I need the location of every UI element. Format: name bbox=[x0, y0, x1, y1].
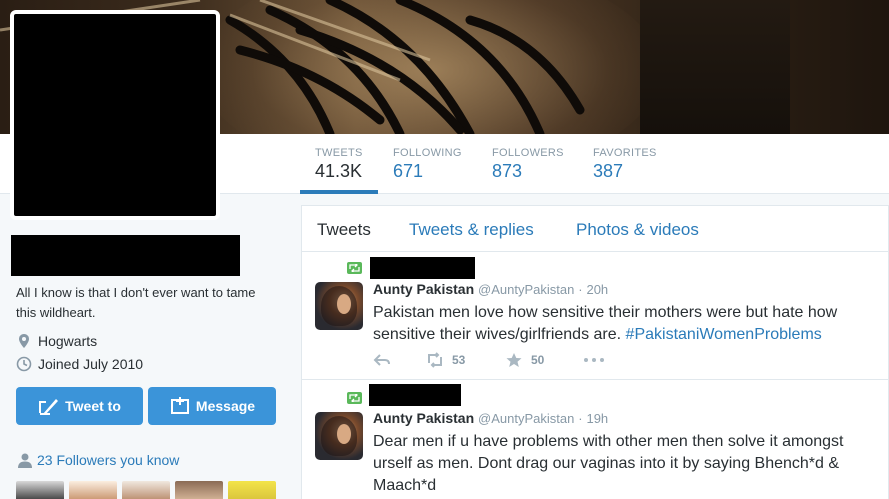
reply-icon bbox=[373, 354, 390, 366]
profile-bio: All I know is that I don't ever want to … bbox=[16, 285, 256, 320]
tweet-author-name[interactable]: Aunty Pakistan bbox=[373, 281, 474, 297]
reply-button[interactable] bbox=[373, 352, 399, 368]
retweet-icon bbox=[428, 352, 442, 368]
more-options-button[interactable] bbox=[583, 352, 613, 368]
stat-favorites[interactable]: FAVORITES 387 bbox=[578, 134, 678, 194]
profile-location: Hogwarts bbox=[16, 331, 97, 351]
profile-avatar[interactable] bbox=[10, 10, 220, 220]
tweet-timestamp[interactable]: 19h bbox=[586, 411, 608, 426]
follower-avatar[interactable] bbox=[69, 481, 117, 499]
user-icon bbox=[18, 453, 32, 468]
timeline-tabs: Tweets Tweets & replies Photos & videos bbox=[302, 206, 889, 252]
profile-page: TWEETS 41.3K FOLLOWING 671 FOLLOWERS 873… bbox=[0, 0, 889, 499]
message-label: Message bbox=[195, 398, 256, 414]
tweet-timestamp[interactable]: 20h bbox=[586, 282, 608, 297]
timeline: Tweets Tweets & replies Photos & videos … bbox=[301, 205, 889, 499]
followers-you-know-link[interactable]: 23 Followers you know bbox=[16, 452, 179, 468]
tweet-to-label: Tweet to bbox=[65, 398, 121, 414]
follower-avatar[interactable] bbox=[16, 481, 64, 499]
profile-name-redacted bbox=[11, 235, 240, 276]
message-button[interactable]: Message bbox=[148, 387, 276, 425]
stat-followers-label: FOLLOWERS bbox=[492, 147, 564, 159]
profile-joined: Joined July 2010 bbox=[16, 354, 143, 374]
favorite-count: 50 bbox=[531, 353, 545, 367]
tweet-author-name[interactable]: Aunty Pakistan bbox=[373, 410, 474, 426]
stat-favorites-label: FAVORITES bbox=[593, 147, 657, 159]
tweet-author-handle[interactable]: @AuntyPakistan bbox=[478, 282, 574, 297]
more-dots-icon bbox=[584, 358, 604, 362]
calendar-icon bbox=[16, 356, 32, 372]
tweet-text: Pakistan men love how sensitive their mo… bbox=[373, 302, 883, 346]
retweeter-name-redacted bbox=[370, 257, 475, 279]
follower-avatar[interactable] bbox=[122, 481, 170, 499]
stat-following[interactable]: FOLLOWING 671 bbox=[378, 134, 478, 194]
favorite-button[interactable]: 50 bbox=[505, 352, 544, 368]
tweet-author-avatar[interactable] bbox=[315, 412, 363, 460]
tweet-separator: · bbox=[578, 282, 583, 297]
map-pin-icon bbox=[19, 334, 29, 348]
tweet-text: Dear men if u have problems with other m… bbox=[373, 431, 863, 497]
tab-tweets-replies[interactable]: Tweets & replies bbox=[409, 220, 534, 240]
tweet-author-avatar[interactable] bbox=[315, 282, 363, 330]
stat-followers[interactable]: FOLLOWERS 873 bbox=[477, 134, 577, 194]
stat-followers-value: 873 bbox=[492, 161, 523, 181]
tweet-hashtag[interactable]: #PakistaniWomenProblems bbox=[626, 326, 822, 343]
followers-you-know-text: 23 Followers you know bbox=[37, 452, 180, 468]
stat-following-value: 671 bbox=[393, 161, 424, 181]
stat-following-label: FOLLOWING bbox=[393, 147, 462, 159]
tab-photos-videos[interactable]: Photos & videos bbox=[576, 220, 699, 240]
tweet-actions: 53 50 bbox=[373, 352, 873, 372]
tweet-separator: · bbox=[578, 411, 583, 426]
follower-avatar[interactable] bbox=[175, 481, 223, 499]
star-icon bbox=[506, 353, 522, 367]
tweet-author-handle[interactable]: @AuntyPakistan bbox=[478, 411, 574, 426]
retweeted-badge-icon bbox=[347, 392, 362, 404]
tweet-header: Aunty Pakistan @AuntyPakistan · 20h bbox=[373, 281, 608, 297]
profile-location-text: Hogwarts bbox=[38, 333, 98, 349]
follower-avatar[interactable] bbox=[228, 481, 276, 499]
tweet-body: Dear men if u have problems with other m… bbox=[373, 433, 844, 494]
tweet[interactable]: Aunty Pakistan @AuntyPakistan · 19h Dear… bbox=[302, 379, 889, 499]
stat-favorites-value: 387 bbox=[593, 161, 624, 181]
tweet-to-button[interactable]: Tweet to bbox=[16, 387, 143, 425]
tab-tweets[interactable]: Tweets bbox=[317, 220, 371, 240]
stat-tweets-value: 41.3K bbox=[315, 161, 363, 181]
message-icon bbox=[170, 397, 189, 414]
compose-icon bbox=[39, 399, 59, 415]
retweeter-name-redacted bbox=[369, 384, 461, 406]
retweet-button[interactable]: 53 bbox=[426, 352, 465, 368]
stat-tweets-label: TWEETS bbox=[315, 147, 363, 159]
profile-joined-text: Joined July 2010 bbox=[38, 356, 144, 372]
tweet-header: Aunty Pakistan @AuntyPakistan · 19h bbox=[373, 410, 608, 426]
retweeted-badge-icon bbox=[347, 262, 362, 274]
followers-thumbnails bbox=[16, 481, 281, 499]
tweet[interactable]: Aunty Pakistan @AuntyPakistan · 20h Paki… bbox=[302, 252, 889, 379]
retweet-count: 53 bbox=[452, 353, 466, 367]
stat-tweets[interactable]: TWEETS 41.3K bbox=[300, 134, 378, 194]
